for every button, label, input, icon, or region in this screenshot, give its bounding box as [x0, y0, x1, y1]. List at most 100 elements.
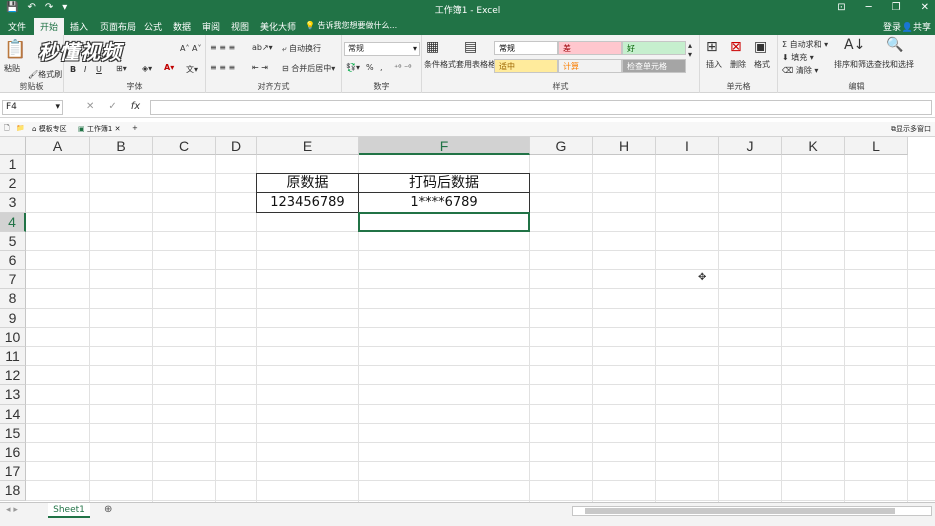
- insert-button[interactable]: 插入: [706, 59, 722, 70]
- insert-cells-icon[interactable]: ⊞: [706, 39, 718, 55]
- column-header-i[interactable]: I: [656, 137, 719, 155]
- column-header-b[interactable]: B: [90, 137, 153, 155]
- column-header-g[interactable]: G: [530, 137, 593, 155]
- tab-page-layout[interactable]: 页面布局: [100, 20, 136, 33]
- style-check-cell[interactable]: 检查单元格: [622, 59, 686, 73]
- row-header-1[interactable]: 1: [0, 155, 26, 175]
- column-header-c[interactable]: C: [153, 137, 216, 155]
- orientation-icon[interactable]: ab↗▾: [252, 43, 273, 52]
- align-horizontal-icons[interactable]: ≡ ≡ ≡: [210, 63, 235, 72]
- column-header-d[interactable]: D: [216, 137, 257, 155]
- italic-button[interactable]: I: [84, 65, 86, 74]
- new-doc-icon[interactable]: 🗋: [4, 124, 10, 135]
- cell-f2[interactable]: 打码后数据: [358, 173, 530, 194]
- font-color-icon[interactable]: A▾: [164, 63, 174, 72]
- cell-e2[interactable]: 原数据: [256, 173, 359, 194]
- cell-e3[interactable]: 123456789: [256, 192, 359, 213]
- column-header-k[interactable]: K: [782, 137, 845, 155]
- login-link[interactable]: 登录: [883, 20, 901, 33]
- select-all-corner[interactable]: [0, 137, 26, 155]
- add-sheet-icon[interactable]: ⊕: [104, 504, 112, 515]
- styles-scroll-icon[interactable]: ▴ ▾: [688, 41, 692, 59]
- autosum-button[interactable]: Σ 自动求和 ▾: [782, 39, 828, 50]
- tell-me-box[interactable]: 💡 告诉我您想要做什么...: [305, 20, 397, 31]
- search-icon[interactable]: 🔍: [886, 37, 903, 53]
- minimize-icon[interactable]: ─: [866, 2, 872, 13]
- row-header-16[interactable]: 16: [0, 443, 26, 463]
- sheet-nav-icons[interactable]: ◂ ▸: [6, 505, 18, 515]
- scroll-thumb[interactable]: [585, 508, 895, 514]
- sheet-tab-sheet1[interactable]: Sheet1: [48, 503, 90, 518]
- delete-cells-icon[interactable]: ⊠: [730, 39, 742, 55]
- row-header-9[interactable]: 9: [0, 308, 26, 328]
- row-header-2[interactable]: 2: [0, 174, 26, 194]
- wrap-text-button[interactable]: ⤶ 自动换行: [282, 43, 321, 54]
- tab-review[interactable]: 审阅: [202, 20, 220, 33]
- column-header-f[interactable]: F: [359, 137, 530, 155]
- cell-f3[interactable]: 1****6789: [358, 192, 530, 213]
- number-format-select[interactable]: 常规 ▾: [344, 42, 420, 56]
- conditional-format-button[interactable]: 条件格式: [424, 59, 456, 70]
- font-size-icons[interactable]: A˄ A˅: [180, 44, 202, 53]
- fill-button[interactable]: ⬇ 填充 ▾: [782, 52, 814, 63]
- row-header-11[interactable]: 11: [0, 347, 26, 367]
- tab-formulas[interactable]: 公式: [144, 20, 162, 33]
- decimal-icons[interactable]: ⁺⁰ ⁻⁰: [394, 63, 411, 72]
- row-header-7[interactable]: 7: [0, 270, 26, 290]
- restore-icon[interactable]: ❐: [892, 2, 901, 13]
- find-select-button[interactable]: 查找和选择: [874, 59, 914, 70]
- clear-button[interactable]: ⌫ 清除 ▾: [782, 65, 818, 76]
- doc-tab-workbook[interactable]: ▣ 工作簿1 ✕: [78, 124, 120, 134]
- column-header-l[interactable]: L: [845, 137, 908, 155]
- sort-filter-button[interactable]: 排序和筛选: [834, 59, 874, 70]
- phonetic-icon[interactable]: 文▾: [186, 64, 198, 75]
- tab-beautify[interactable]: 美化大师: [260, 20, 296, 33]
- tab-view[interactable]: 视图: [231, 20, 249, 33]
- column-header-j[interactable]: J: [719, 137, 782, 155]
- tab-home[interactable]: 开始: [34, 18, 65, 35]
- tab-file[interactable]: 文件: [8, 20, 26, 33]
- column-header-h[interactable]: H: [593, 137, 656, 155]
- delete-button[interactable]: 删除: [730, 59, 746, 70]
- spreadsheet-grid[interactable]: A B C D E F G H I J K L 1 2 3 4 5 6 7 8 9 10 11 12 13 14 15 16 17 18 原…: [0, 137, 935, 502]
- table-format-icon[interactable]: ▤: [464, 39, 477, 55]
- row-header-5[interactable]: 5: [0, 231, 26, 251]
- row-header-18[interactable]: 18: [0, 481, 26, 501]
- insert-function-icon[interactable]: fx: [131, 101, 140, 112]
- ribbon-display-icon[interactable]: ⊡: [837, 2, 845, 13]
- row-header-12[interactable]: 12: [0, 366, 26, 386]
- active-cell-f4[interactable]: [358, 211, 530, 232]
- clipboard-icon[interactable]: 📋: [4, 39, 26, 60]
- style-bad[interactable]: 差: [558, 41, 622, 55]
- percent-button[interactable]: %: [366, 63, 374, 72]
- doc-tab-template[interactable]: ⌂ 模板专区: [32, 124, 67, 134]
- row-header-10[interactable]: 10: [0, 327, 26, 347]
- paste-button[interactable]: 粘贴: [4, 63, 20, 74]
- name-box[interactable]: F4 ▾: [2, 100, 63, 115]
- share-button[interactable]: 👤共享: [902, 20, 931, 33]
- style-good[interactable]: 好: [622, 41, 686, 55]
- comma-button[interactable]: ,: [380, 63, 383, 72]
- row-header-17[interactable]: 17: [0, 462, 26, 482]
- row-header-13[interactable]: 13: [0, 385, 26, 405]
- cancel-icon[interactable]: ✕: [86, 101, 94, 112]
- fill-color-icon[interactable]: ◈▾: [142, 64, 152, 73]
- merge-center-button[interactable]: ⊟ 合并后居中▾: [282, 63, 335, 74]
- format-button[interactable]: 格式: [754, 59, 770, 70]
- currency-icon[interactable]: 💱▾: [346, 63, 360, 72]
- conditional-format-icon[interactable]: ▦: [426, 39, 439, 55]
- close-tab-icon[interactable]: ✕: [115, 125, 121, 133]
- enter-icon[interactable]: ✓: [108, 101, 116, 112]
- close-icon[interactable]: ✕: [921, 2, 929, 13]
- row-header-14[interactable]: 14: [0, 404, 26, 424]
- row-header-4[interactable]: 4: [0, 212, 26, 232]
- tab-insert[interactable]: 插入: [70, 20, 88, 33]
- style-neutral[interactable]: 适中: [494, 59, 558, 73]
- new-tab-icon[interactable]: +: [132, 124, 138, 132]
- open-folder-icon[interactable]: 📁: [16, 124, 25, 132]
- tab-data[interactable]: 数据: [173, 20, 191, 33]
- row-header-8[interactable]: 8: [0, 289, 26, 309]
- show-multi-window[interactable]: ⧉显示多窗口: [891, 124, 931, 134]
- format-painter-button[interactable]: 🖌格式刷: [28, 69, 62, 80]
- align-top-icons[interactable]: ≡ ≡ ≡: [210, 43, 235, 52]
